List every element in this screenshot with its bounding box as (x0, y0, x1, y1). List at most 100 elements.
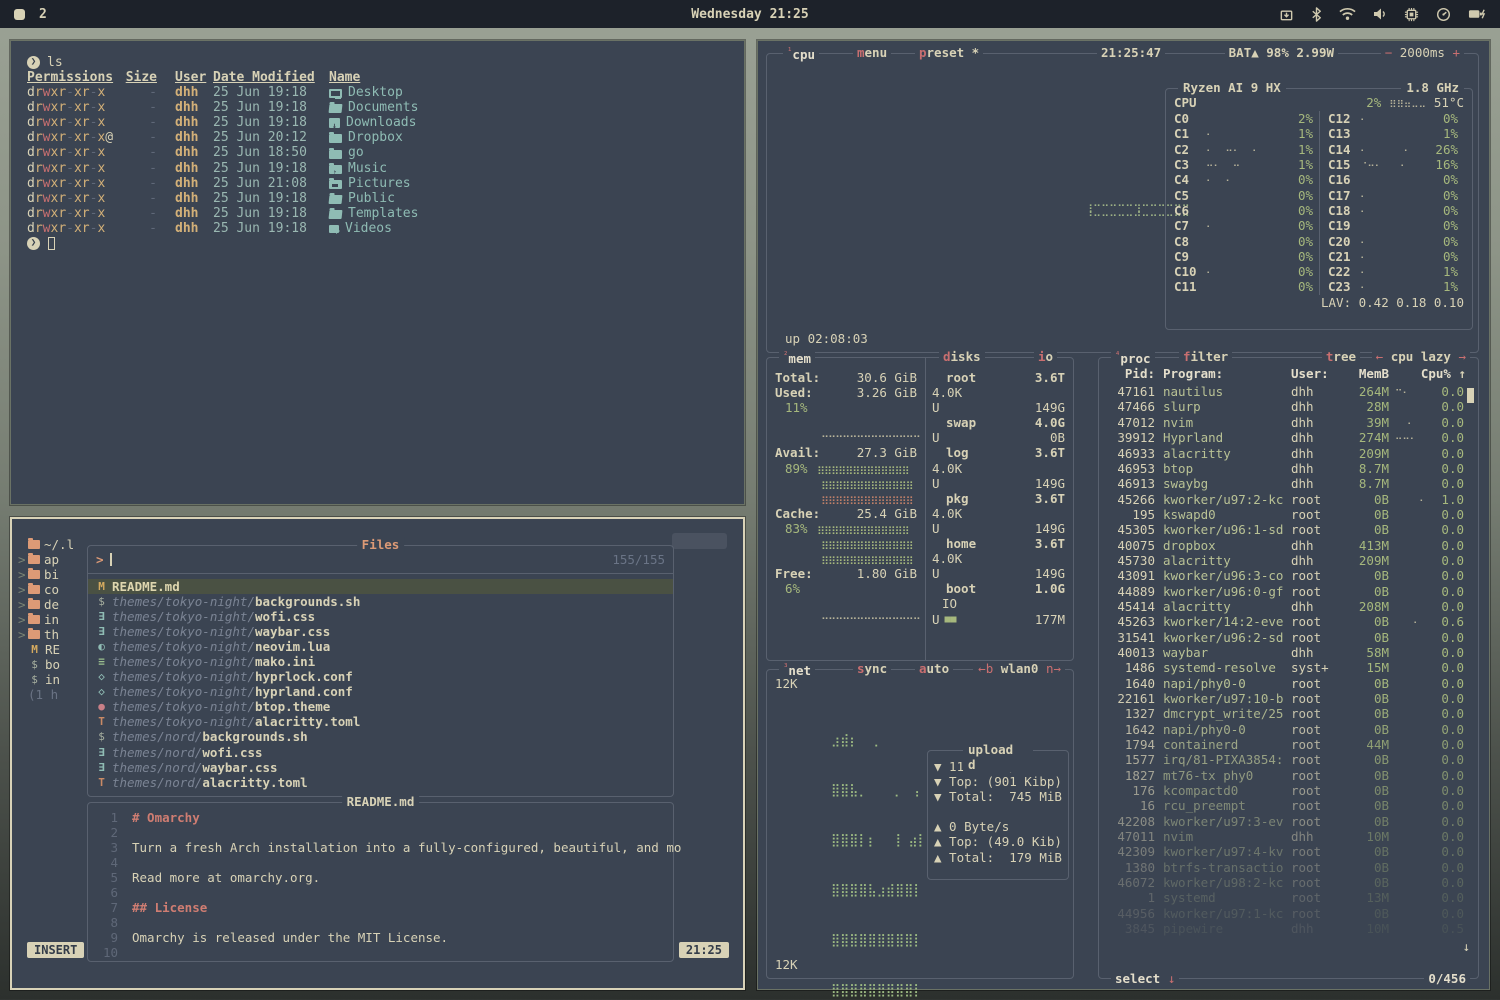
file-name[interactable]: Templates (329, 206, 418, 221)
package-icon[interactable] (1279, 7, 1294, 22)
tree-item[interactable]: $ bo (18, 657, 88, 672)
file-name[interactable]: Desktop (329, 85, 403, 100)
mem-box-title[interactable]: ²mem (779, 349, 815, 366)
picker-file-row[interactable]: ∃ themes/tokyo-night/ wofi.css (88, 609, 673, 624)
process-row[interactable]: 40075 dropbox dhh 413M 0.0 (1099, 537, 1478, 552)
process-row[interactable]: 176 kcompactd0 root 0B 0.0 (1099, 783, 1478, 798)
process-row[interactable]: 1642 napi/phy0-0 root 0B 0.0 (1099, 722, 1478, 737)
volume-icon[interactable] (1373, 7, 1387, 21)
picker-file-row[interactable]: ◇ themes/tokyo-night/ hyprlock.conf (88, 669, 673, 684)
tree-item[interactable]: > in (18, 612, 88, 627)
process-row[interactable]: 42309 kworker/u97:4-kv root 0B 0.0 (1099, 844, 1478, 859)
process-row[interactable]: 1380 btrfs-transactio root 0B 0.0 (1099, 860, 1478, 875)
process-row[interactable]: 46953 btop dhh 8.7M 0.0 (1099, 461, 1478, 476)
tree-item[interactable]: > th (18, 627, 88, 642)
process-row[interactable]: 46072 kworker/u98:2-kc root 0B 0.0 (1099, 875, 1478, 890)
process-row[interactable]: 45730 alacritty dhh 209M 0.0 (1099, 553, 1478, 568)
net-sync-button[interactable]: sync (853, 661, 891, 676)
tree-item[interactable]: > ap (18, 552, 88, 567)
tree-item[interactable]: (1 h (18, 687, 88, 702)
io-title[interactable]: io (1034, 349, 1057, 364)
net-interface-switcher[interactable]: ←b wlan0 n→ (974, 661, 1065, 676)
picker-file-row[interactable]: $ themes/nord/ backgrounds.sh (88, 729, 673, 744)
picker-file-row[interactable]: ● themes/tokyo-night/ btop.theme (88, 699, 673, 714)
tree-item[interactable]: M RE (18, 642, 88, 657)
tree-item[interactable]: > de (18, 597, 88, 612)
bluetooth-icon[interactable] (1311, 7, 1322, 22)
preset-button[interactable]: preset * (915, 45, 983, 60)
tree-item[interactable]: $ in (18, 672, 88, 687)
proc-sort-switcher[interactable]: ← cpu lazy → (1372, 349, 1470, 364)
shell-prompt-empty[interactable]: ❯ (27, 236, 728, 251)
tree-item[interactable]: > bi (18, 567, 88, 582)
proc-scrollbar[interactable] (1467, 388, 1474, 403)
picker-file-row[interactable]: T themes/nord/ alacritty.toml (88, 775, 673, 790)
cpu-box-title[interactable]: ¹cpu (783, 45, 819, 62)
picker-file-row[interactable]: ◇ themes/tokyo-night/ hyprland.conf (88, 684, 673, 699)
process-row[interactable]: 1577 irq/81-PIXA3854: root 0B 0.0 (1099, 752, 1478, 767)
file-name[interactable]: Public (329, 191, 395, 206)
process-row[interactable]: 45266 kworker/u97:2-kc root 0B ⠄ 1.0 (1099, 491, 1478, 506)
process-row[interactable]: 1827 mt76-tx phy0 root 0B 0.0 (1099, 768, 1478, 783)
file-name[interactable]: Downloads (329, 115, 416, 130)
process-row[interactable]: 47161 nautilus dhh 264M ⠒⠄ 0.0 (1099, 384, 1478, 399)
process-row[interactable]: 22161 kworker/u97:10-b root 0B 0.0 (1099, 691, 1478, 706)
process-row[interactable]: 1327 dmcrypt_write/25 root 0B 0.0 (1099, 706, 1478, 721)
picker-file-row[interactable]: M README.md (88, 579, 673, 594)
net-auto-button[interactable]: auto (915, 661, 953, 676)
scroll-down-indicator[interactable]: ↓ (1462, 939, 1470, 954)
process-row[interactable]: 39912 Hyprland dhh 274M ⠤⠤⠄ 0.0 (1099, 430, 1478, 445)
file-name[interactable]: Documents (329, 100, 418, 115)
process-row[interactable]: 1486 systemd-resolve syst+ 15M 0.0 (1099, 660, 1478, 675)
process-row[interactable]: 42208 kworker/u97:3-ev root 0B 0.0 (1099, 814, 1478, 829)
file-name[interactable]: Dropbox (329, 130, 403, 145)
gauge-icon[interactable] (1436, 7, 1451, 22)
file-name[interactable]: Pictures (329, 176, 411, 191)
memory-stat-line: ⠒⠒⠒⠒⠒⠒⠒⠒⠒⠒⠒⠒⠒⠒ (775, 612, 917, 627)
process-row[interactable]: 16 rcu_preempt root 0B 0.0 (1099, 798, 1478, 813)
process-row[interactable]: 31541 kworker/u96:2-sd root 0B 0.0 (1099, 630, 1478, 645)
process-row[interactable]: 47011 nvim dhh 10M 0.0 (1099, 829, 1478, 844)
tree-item[interactable]: ~/.l (18, 537, 88, 552)
file-name[interactable]: go (329, 145, 364, 160)
update-interval[interactable]: − 2000ms + (1381, 45, 1464, 60)
proc-filter-button[interactable]: filter (1179, 349, 1232, 364)
picker-file-row[interactable]: T themes/tokyo-night/ alacritty.toml (88, 714, 673, 729)
process-row[interactable]: 195 kswapd0 root 0B 0.0 (1099, 507, 1478, 522)
process-row[interactable]: 45414 alacritty dhh 208M 0.0 (1099, 599, 1478, 614)
menu-button[interactable]: menu (853, 45, 891, 60)
process-row[interactable]: 46933 alacritty dhh 209M 0.0 (1099, 445, 1478, 460)
picker-file-row[interactable]: ◐ themes/tokyo-night/ neovim.lua (88, 639, 673, 654)
chip-icon[interactable] (1404, 7, 1419, 22)
file-name[interactable]: Music (329, 161, 387, 176)
process-row[interactable]: 1794 containerd root 44M 0.0 (1099, 737, 1478, 752)
proc-box-title[interactable]: ⁴proc (1111, 349, 1155, 366)
picker-file-row[interactable]: ∃ themes/nord/ wofi.css (88, 745, 673, 760)
process-row[interactable]: 3845 pipewire dhh 10M 0.5 (1099, 921, 1478, 936)
picker-file-row[interactable]: $ themes/tokyo-night/ backgrounds.sh (88, 594, 673, 609)
battery-icon[interactable] (1468, 7, 1486, 21)
ls-row: drwxr-xr-x - dhh 25 Jun 18:50 go (27, 145, 728, 160)
proc-tree-button[interactable]: tree (1322, 349, 1360, 364)
process-row[interactable]: 47466 slurp dhh 28M 0.0 (1099, 399, 1478, 414)
file-name[interactable]: Videos (329, 221, 392, 236)
proc-select-control[interactable]: select ↓ (1111, 971, 1179, 986)
tree-item[interactable]: > co (18, 582, 88, 597)
process-row[interactable]: 40013 waybar dhh 58M 0.0 (1099, 645, 1478, 660)
proc-sort-column[interactable]: Cpu% ↑ (1421, 366, 1476, 381)
process-row[interactable]: 47012 nvim dhh 39M ⠄ 0.0 (1099, 415, 1478, 430)
process-row[interactable]: 44956 kworker/u97:1-kc root 0B 0.0 (1099, 906, 1478, 921)
wifi-icon[interactable] (1339, 7, 1356, 21)
process-row[interactable]: 44889 kworker/u96:0-gf root 0B 0.0 (1099, 583, 1478, 598)
process-row[interactable]: 45263 kworker/14:2-eve root 0B ⠄ 0.6 (1099, 614, 1478, 629)
process-row[interactable]: 45305 kworker/u96:1-sd root 0B 0.0 (1099, 522, 1478, 537)
process-row[interactable]: 1640 napi/phy0-0 root 0B 0.0 (1099, 676, 1478, 691)
disks-title[interactable]: disks (939, 349, 985, 364)
process-row[interactable]: 1 systemd root 13M 0.0 (1099, 890, 1478, 905)
picker-file-row[interactable]: ≡ themes/tokyo-night/ mako.ini (88, 654, 673, 669)
picker-file-row[interactable]: ∃ themes/tokyo-night/ waybar.css (88, 624, 673, 639)
picker-file-row[interactable]: ∃ themes/nord/ waybar.css (88, 760, 673, 775)
process-row[interactable]: 46913 swaybg dhh 8.7M 0.0 (1099, 476, 1478, 491)
net-panel-title[interactable]: upload d (963, 742, 1033, 772)
process-row[interactable]: 43091 kworker/u96:3-co root 0B 0.0 (1099, 568, 1478, 583)
